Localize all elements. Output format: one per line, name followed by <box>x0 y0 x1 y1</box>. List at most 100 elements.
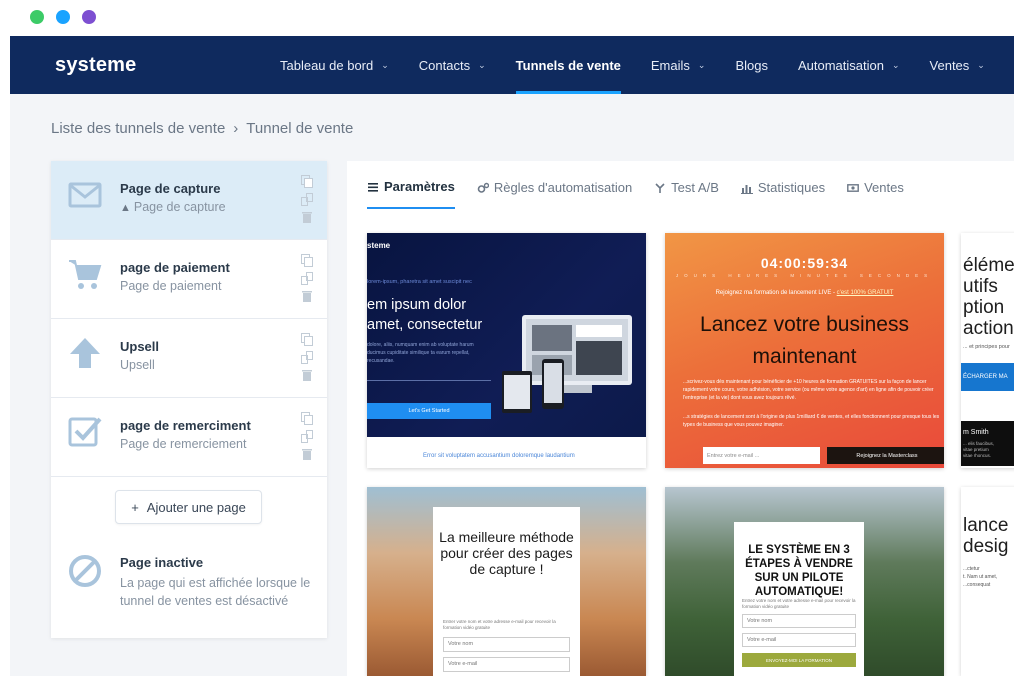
app-window: systeme Tableau de bord ⌄ Contacts ⌄ Tunnels… <box>10 36 1014 676</box>
copy-icon[interactable] <box>301 175 313 188</box>
name-field: Votre nom <box>742 614 856 628</box>
tab-ventes[interactable]: Ventes <box>847 179 904 209</box>
link-icon[interactable] <box>301 193 313 206</box>
copy-icon[interactable] <box>301 412 313 425</box>
nav-item-blogs[interactable]: Blogs <box>735 36 768 94</box>
template-brand: steme <box>367 241 391 250</box>
nav-item-label: Ventes <box>929 57 970 73</box>
invite-link: c'est 100% GRATUIT <box>836 290 894 296</box>
tab-label: Ventes <box>864 180 904 195</box>
checkbox-icon <box>68 417 102 447</box>
nav-item-label: Blogs <box>735 57 768 73</box>
nav-item-contacts[interactable]: Contacts ⌄ <box>419 36 486 94</box>
page-item-subtitle: ▲ Page de capture <box>120 200 226 214</box>
window-dot-blue[interactable] <box>56 10 70 24</box>
tab-test-a-b[interactable]: Test A/B <box>654 179 719 209</box>
template-headline: LE SYSTÈME EN 3 ÉTAPES À VENDRE SUR UN P… <box>745 544 853 598</box>
bar-chart-icon <box>740 184 753 194</box>
submit-button: ENVOYEZ-MOI LA FORMATION <box>742 653 856 667</box>
name-field: Votre nom <box>443 637 570 652</box>
chevron-down-icon: ⌄ <box>977 59 985 70</box>
page-list-sidebar: Page de capture ▲ Page de capture page de p… <box>51 161 327 638</box>
add-page-button[interactable]: + Ajouter une page <box>115 490 262 524</box>
tab-label: Paramètres <box>384 179 455 194</box>
nav-item-tunnels-de-vente[interactable]: Tunnels de vente <box>515 36 622 94</box>
template-headline: lance desig <box>963 515 1009 557</box>
author-name: m Smith <box>963 429 989 436</box>
template-body: ...ctetur t. Nam ut amet, ...consequat <box>963 566 998 588</box>
page-item-upsell[interactable]: Upsell Upsell <box>51 319 327 398</box>
page-item-subtitle: Page de remerciement <box>120 437 246 451</box>
trash-icon[interactable] <box>301 290 313 303</box>
page-item-subtitle: Page de paiement <box>120 279 221 293</box>
money-icon <box>847 183 859 192</box>
template-form-card: La meilleure méthode pour créer des page… <box>433 507 580 676</box>
page-item-actions <box>301 412 313 461</box>
nav-item-label: Emails <box>650 57 690 73</box>
tab-label: Règles d'automatisation <box>493 180 633 195</box>
gears-icon <box>477 182 489 193</box>
inactive-page-item[interactable]: Page inactive La page qui est affichée l… <box>51 537 327 637</box>
template-preview-3[interactable]: éléme utifs ption action ... et principe… <box>961 233 1014 468</box>
envelope-icon <box>68 182 102 208</box>
link-icon[interactable] <box>301 351 313 364</box>
breadcrumb-separator: › <box>233 120 239 137</box>
add-page-label: Ajouter une page <box>146 499 246 515</box>
template-headline: éléme utifs ption action <box>963 255 1014 339</box>
nav-item-ventes[interactable]: Ventes ⌄ <box>930 36 985 94</box>
tab-statistiques[interactable]: Statistiques <box>740 179 826 209</box>
arrow-up-icon <box>70 338 100 368</box>
nav-item-tableau-de-bord[interactable]: Tableau de bord ⌄ <box>280 36 389 94</box>
warning-icon: ▲ <box>120 202 131 214</box>
nav-menu: Tableau de bord ⌄ Contacts ⌄ Tunnels de vent… <box>280 36 1014 94</box>
page-item-page-de-capture[interactable]: Page de capture ▲ Page de capture <box>51 161 327 240</box>
link-icon[interactable] <box>301 430 313 443</box>
page-item-subtitle-text: Page de remerciement <box>120 437 247 451</box>
window-dot-purple[interactable] <box>82 10 96 24</box>
invite-text: Rejoignez ma formation de lancement LIVE… <box>715 290 835 296</box>
template-subtext: Entrer votre nom et votre adresse e-mail… <box>443 619 556 630</box>
copy-icon[interactable] <box>301 333 313 346</box>
template-preview-1[interactable]: steme lorem-ipsum, pharetra sit amet sus… <box>367 233 646 468</box>
headline-line-1: Lancez votre business <box>700 313 909 336</box>
template-preview-2[interactable]: 04:00:59:34 JOURS HEURES MINUTES SECONDE… <box>665 233 944 468</box>
nav-item-emails[interactable]: Emails ⌄ <box>651 36 706 94</box>
page-item-page-de-paiement[interactable]: page de paiement Page de paiement <box>51 240 327 319</box>
window-dot-green[interactable] <box>30 10 44 24</box>
funnel-main-panel: Paramètres Règles d'automatisation Test A/… <box>347 161 1014 676</box>
trash-icon[interactable] <box>301 211 313 224</box>
template-preview-6[interactable]: lance desig ...ctetur t. Nam ut amet, ..… <box>961 487 1014 676</box>
breadcrumb-parent[interactable]: Liste des tunnels de vente <box>51 120 225 137</box>
tab-regles-d-automatisation[interactable]: Règles d'automatisation <box>477 179 632 209</box>
trash-icon[interactable] <box>301 448 313 461</box>
trash-icon[interactable] <box>301 369 313 382</box>
template-subtext: ... et principes pour <box>963 344 1010 350</box>
logo[interactable]: systeme <box>55 54 136 77</box>
link-icon[interactable] <box>301 272 313 285</box>
ban-icon <box>69 555 101 587</box>
tab-label: Statistiques <box>757 180 826 195</box>
window-controls <box>30 10 96 24</box>
plus-icon: + <box>131 499 139 515</box>
page-item-page-de-remerciment[interactable]: page de remerciment Page de remerciement <box>51 398 327 477</box>
tab-parametres[interactable]: Paramètres <box>367 179 455 209</box>
email-field: Entrez votre e-mail ... <box>703 447 820 464</box>
headline-line-1: em ipsum dolor <box>367 297 467 313</box>
page-item-title: Page de capture <box>120 181 221 196</box>
countdown-timer: 04:00:59:34 <box>760 255 849 271</box>
nav-item-automatisation[interactable]: Automatisation ⌄ <box>798 36 900 94</box>
nav-item-label: Tunnels de vente <box>515 57 621 73</box>
copy-icon[interactable] <box>301 254 313 267</box>
template-form-card: LE SYSTÈME EN 3 ÉTAPES À VENDRE SUR UN P… <box>734 522 864 676</box>
cart-icon <box>69 260 102 289</box>
template-preview-5[interactable]: LE SYSTÈME EN 3 ÉTAPES À VENDRE SUR UN P… <box>665 487 944 676</box>
template-tagline: lorem-ipsum, pharetra sit amet suscipit … <box>367 279 472 285</box>
page-item-subtitle-text: Page de capture <box>133 200 226 214</box>
template-headline: Lancez votre business maintenant <box>665 309 944 373</box>
author-text: ... elis faucibus, vitae pretium vitae r… <box>963 441 995 458</box>
nav-item-label: Automatisation <box>797 57 884 73</box>
chevron-down-icon: ⌄ <box>478 59 486 70</box>
download-button: ÉCHARGER MA <box>961 363 1014 391</box>
template-preview-4[interactable]: La meilleure méthode pour créer des page… <box>367 487 646 676</box>
list-icon <box>368 182 378 192</box>
